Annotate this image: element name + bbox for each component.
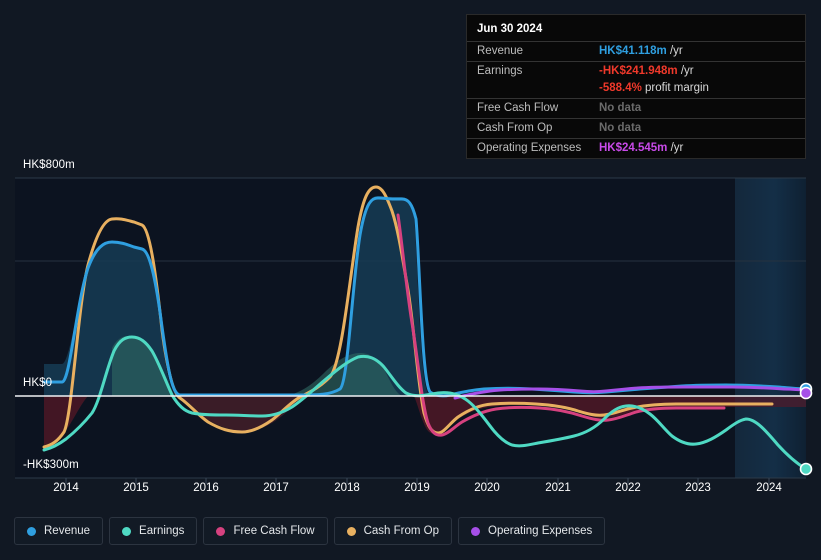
tooltip-rows: Revenue HK$41.118m /yr Earnings -HK$241.948… [467,41,805,158]
tooltip-row-value: No data [599,102,641,114]
x-axis-tick-2016: 2016 [193,482,219,494]
tooltip-row-value: -HK$241.948m /yr [599,65,694,77]
legend-item-label: Operating Expenses [488,525,593,537]
tooltip-row: Operating Expenses HK$24.545m /yr [467,138,805,158]
legend-color-dot-icon [471,526,481,536]
tooltip-row-amount: HK$41.118m [599,45,667,57]
x-axis-tick-2023: 2023 [685,482,711,494]
x-axis-tick-2017: 2017 [263,482,289,494]
x-axis-tick-2014: 2014 [53,482,79,494]
legend-item-label: Revenue [44,525,91,537]
tooltip-row-unit: /yr [666,45,683,57]
forecast-band [735,178,806,478]
chart-legend: Revenue Earnings Free Cash Flow Cash From O… [14,517,606,545]
tooltip-row: Revenue HK$41.118m /yr [467,41,805,61]
tooltip-row-key: Cash From Op [477,122,553,134]
tooltip-row-unit: profit margin [641,82,709,94]
x-axis-tick-2021: 2021 [545,482,571,494]
tooltip-row: Cash From Op No data [467,118,805,138]
tooltip-row-amount: HK$24.545m [599,142,668,154]
legend-item-label: Free Cash Flow [233,525,315,537]
legend-item-label: Earnings [139,525,185,537]
tooltip-row-value: -588.4% profit margin [599,82,709,94]
x-axis-tick-2024: 2024 [756,482,782,494]
endpoint-marker-operating-expenses [799,386,813,400]
tooltip-row-value: No data [599,122,641,134]
tooltip-row: Free Cash Flow No data [467,98,805,118]
legend-item-label: Cash From Op [363,525,440,537]
x-axis-tick-2022: 2022 [615,482,641,494]
tooltip-row-amount: -588.4% [599,82,642,94]
tooltip-row-amount: -HK$241.948m [599,65,678,77]
financial-area-chart [15,177,813,484]
x-axis-tick-2015: 2015 [123,482,149,494]
legend-item-earnings[interactable]: Earnings [109,517,198,545]
tooltip-row-key: Free Cash Flow [477,102,559,114]
x-axis-tick-2019: 2019 [404,482,430,494]
x-axis-labels: 2014 2015 2016 2017 2018 2019 2020 2021 2022 2023… [0,482,821,504]
x-axis-tick-2018: 2018 [334,482,360,494]
chart-plot-area[interactable] [0,155,821,485]
legend-item-cash-from-op[interactable]: Cash From Op [333,517,453,545]
legend-color-dot-icon [27,526,36,536]
tooltip-row: -588.4% profit margin [467,81,805,98]
legend-color-dot-icon [216,526,226,536]
tooltip-row: Earnings -HK$241.948m /yr [467,61,805,81]
chart-screenshot: HK$800m HK$0 -HK$300m 2014 2015 2016 2017 20… [0,0,821,560]
legend-color-dot-icon [122,526,132,536]
legend-item-revenue[interactable]: Revenue [14,517,104,545]
data-tooltip: Jun 30 2024 Revenue HK$41.118m /yr Earning… [466,14,806,159]
legend-color-dot-icon [346,526,356,536]
tooltip-row-key: Operating Expenses [477,142,582,154]
tooltip-row-amount: No data [599,102,642,114]
tooltip-row-value: HK$24.545m /yr [599,142,683,154]
tooltip-row-unit: /yr [667,142,684,154]
tooltip-date: Jun 30 2024 [477,23,543,35]
tooltip-row-key: Revenue [477,45,524,57]
tooltip-row-unit: /yr [677,65,694,77]
legend-item-operating-expenses[interactable]: Operating Expenses [458,517,606,545]
legend-item-free-cash-flow[interactable]: Free Cash Flow [203,517,328,545]
tooltip-row-key: Earnings [477,65,523,77]
tooltip-row-amount: No data [599,122,642,134]
tooltip-row-value: HK$41.118m /yr [599,45,683,57]
x-axis-tick-2020: 2020 [474,482,500,494]
endpoint-marker-earnings [799,462,813,476]
